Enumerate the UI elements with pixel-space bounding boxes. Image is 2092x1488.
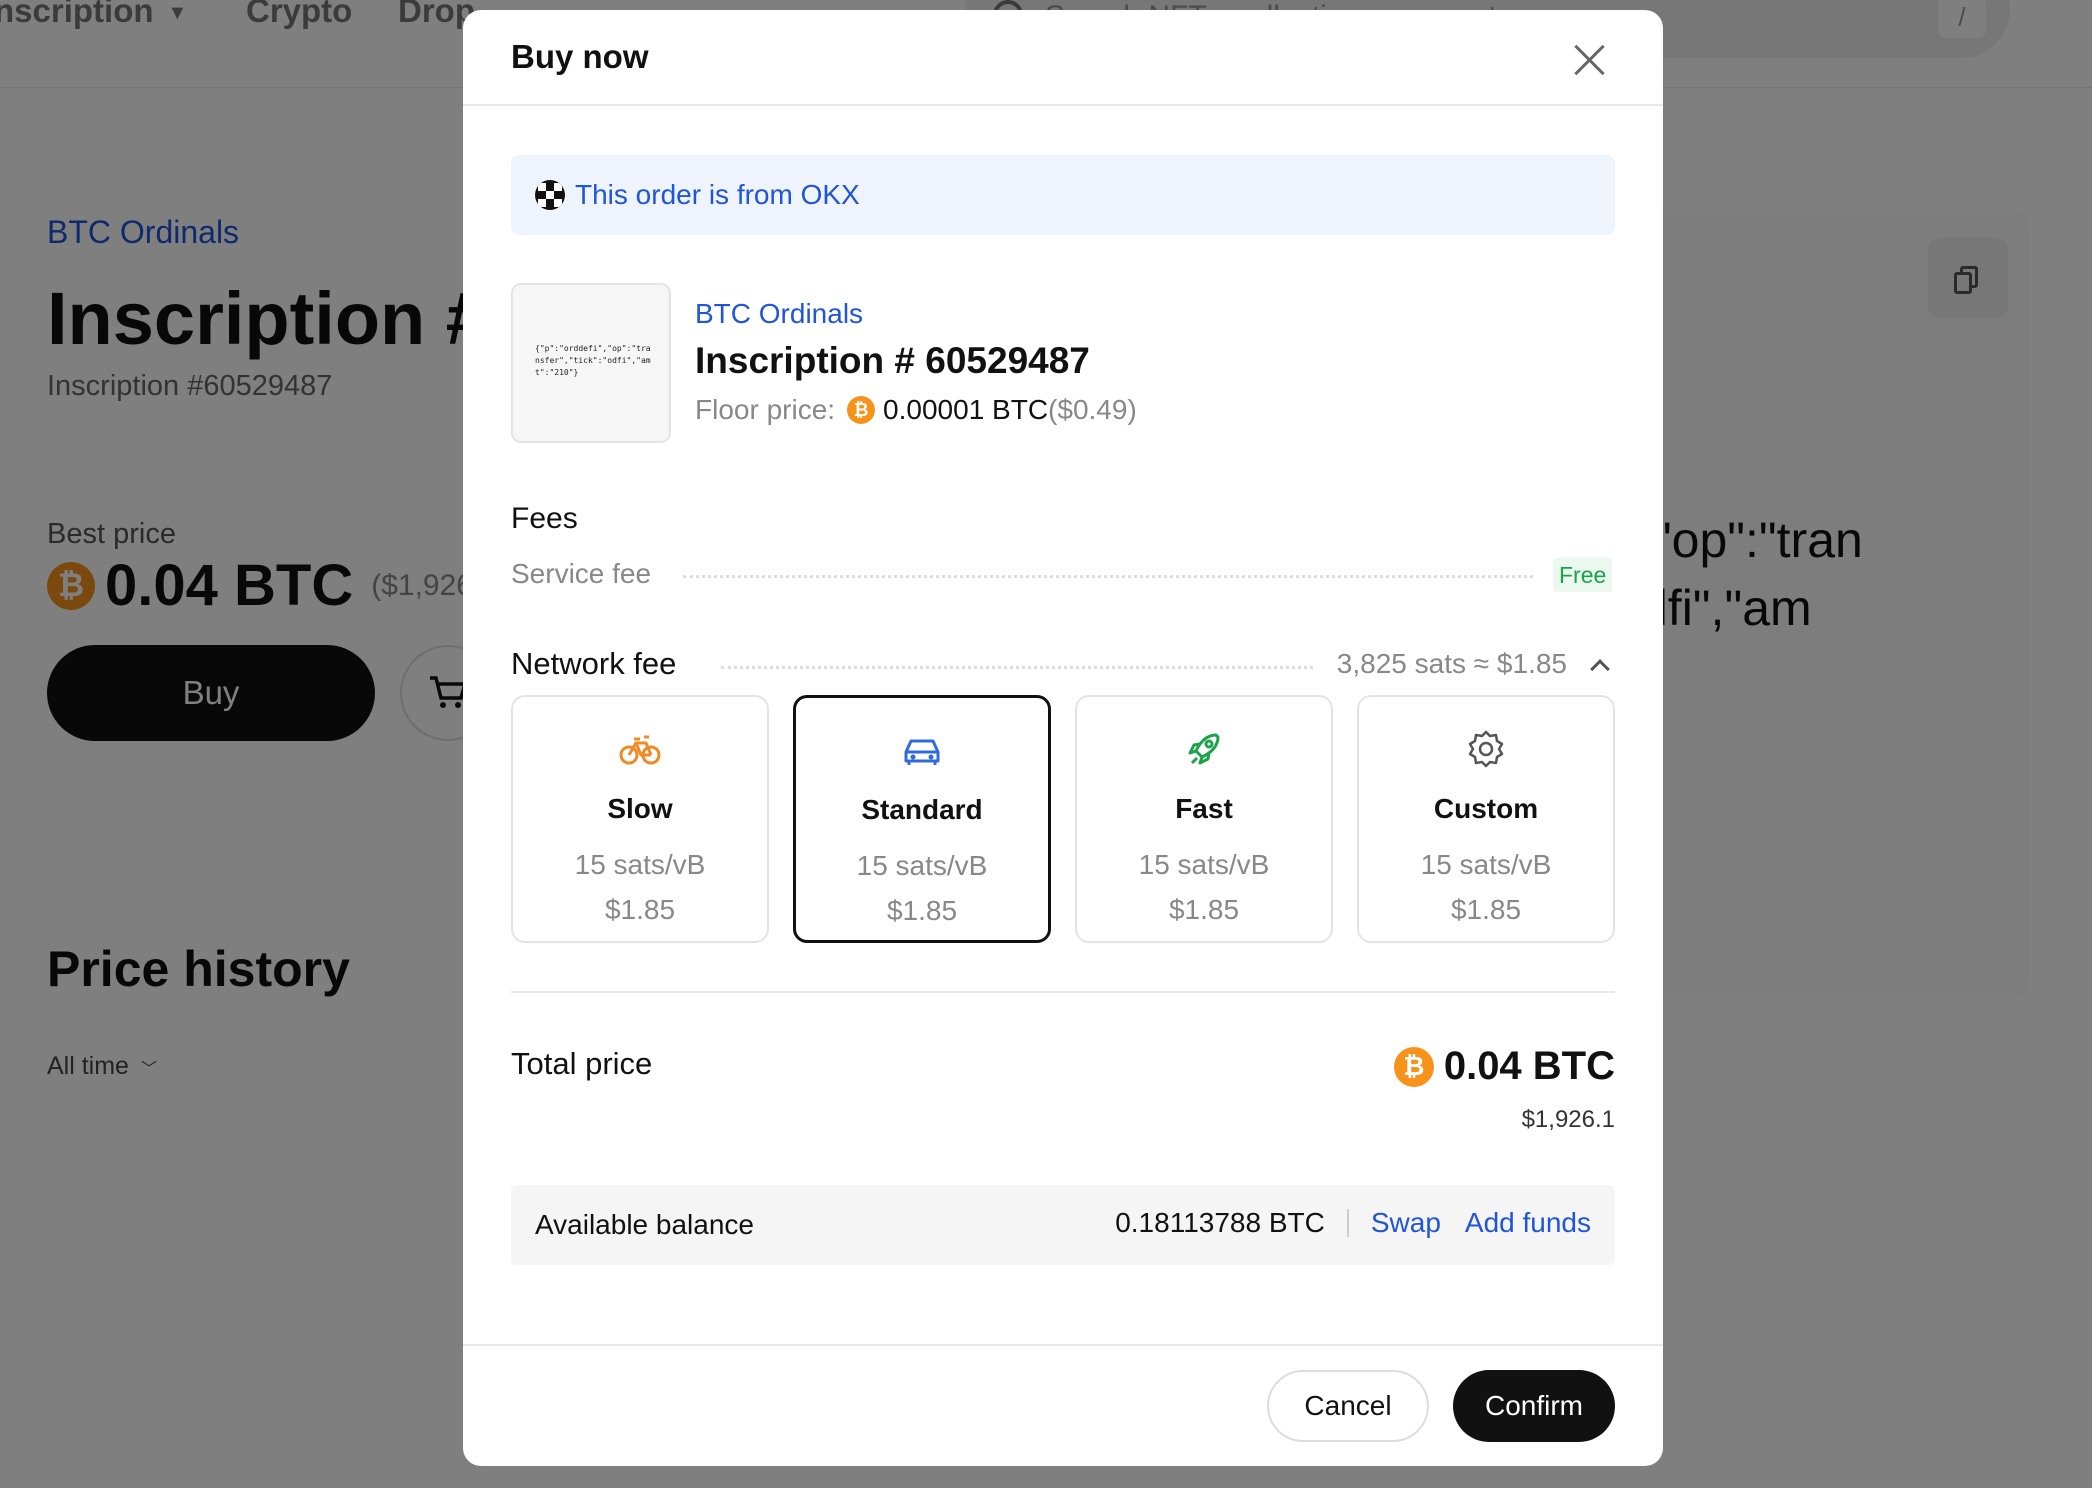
confirm-button[interactable]: Confirm bbox=[1453, 1370, 1615, 1442]
bicycle-icon bbox=[619, 735, 661, 765]
fee-option-usd: $1.85 bbox=[1168, 894, 1240, 925]
network-fee-label: Network fee bbox=[511, 646, 677, 681]
fee-option-name: Slow bbox=[607, 793, 673, 824]
available-balance-bar: Available balance 0.18113788 BTC Swap Ad… bbox=[511, 1185, 1615, 1265]
service-fee-badge: Free bbox=[1553, 558, 1613, 592]
fee-option-usd: $1.85 bbox=[886, 895, 958, 926]
network-fee-value: 3,825 sats ≈ $1.85 bbox=[1336, 648, 1567, 679]
add-funds-link[interactable]: Add funds bbox=[1465, 1207, 1591, 1239]
rocket-icon bbox=[1188, 733, 1220, 765]
order-source-notice: This order is from OKX bbox=[511, 155, 1615, 235]
fee-option-rate: 15 sats/vB bbox=[1138, 849, 1270, 880]
buy-now-modal: Buy now This order is from OKX {"p":"ord… bbox=[463, 10, 1663, 1466]
bitcoin-icon: ₿ bbox=[847, 396, 876, 424]
fee-option-rate: 15 sats/vB bbox=[856, 850, 988, 881]
floor-price-label: Floor price: bbox=[695, 394, 836, 425]
dotted-leader bbox=[721, 666, 1313, 669]
inscription-thumbnail: {"p":"orddefi","op":"transfer","tick":"o… bbox=[511, 283, 671, 443]
okx-logo-icon bbox=[535, 180, 565, 210]
service-fee-label: Service fee bbox=[511, 558, 652, 589]
floor-price: Floor price: ₿ 0.00001 BTC ($0.49) bbox=[695, 394, 1137, 426]
balance-value: 0.18113788 BTC bbox=[1115, 1207, 1325, 1238]
total-price-btc-value: 0.04 BTC bbox=[1443, 1044, 1615, 1088]
close-icon[interactable] bbox=[1567, 38, 1611, 82]
swap-link[interactable]: Swap bbox=[1371, 1207, 1441, 1239]
fee-option-name: Custom bbox=[1433, 793, 1539, 824]
modal-title: Buy now bbox=[511, 38, 649, 75]
fee-option-slow[interactable]: Slow 15 sats/vB $1.85 bbox=[511, 695, 769, 943]
balance-actions: 0.18113788 BTC Swap Add funds bbox=[1115, 1207, 1591, 1239]
fee-option-usd: $1.85 bbox=[604, 894, 676, 925]
item-collection-link[interactable]: BTC Ordinals bbox=[695, 298, 863, 330]
dotted-leader bbox=[683, 575, 1533, 578]
fee-option-rate: 15 sats/vB bbox=[574, 849, 706, 880]
balance-label: Available balance bbox=[535, 1209, 754, 1240]
separator bbox=[1346, 1209, 1349, 1237]
floor-price-btc: 0.00001 BTC bbox=[883, 394, 1049, 425]
fee-option-fast[interactable]: Fast 15 sats/vB $1.85 bbox=[1075, 695, 1333, 943]
fee-option-standard[interactable]: Standard 15 sats/vB $1.85 bbox=[793, 695, 1051, 943]
floor-price-usd: ($0.49) bbox=[1048, 394, 1137, 425]
divider bbox=[511, 991, 1615, 993]
fee-option-name: Fast bbox=[1175, 793, 1233, 824]
modal-footer-divider bbox=[463, 1344, 1663, 1346]
item-name: Inscription # 60529487 bbox=[695, 340, 1090, 381]
fee-option-rate: 15 sats/vB bbox=[1420, 849, 1552, 880]
total-price-btc: ₿ 0.04 BTC bbox=[1393, 1044, 1615, 1089]
total-price-label: Total price bbox=[511, 1046, 653, 1081]
fee-option-usd: $1.85 bbox=[1450, 894, 1522, 925]
fee-option-custom[interactable]: Custom 15 sats/vB $1.85 bbox=[1357, 695, 1615, 943]
gear-icon bbox=[1468, 730, 1504, 768]
bitcoin-icon: ₿ bbox=[1393, 1046, 1434, 1087]
order-source-text: This order is from OKX bbox=[575, 179, 860, 210]
cancel-button[interactable]: Cancel bbox=[1267, 1370, 1429, 1442]
fee-option-name: Standard bbox=[861, 794, 983, 825]
fees-title: Fees bbox=[511, 502, 578, 535]
total-price-usd: $1,926.1 bbox=[1521, 1106, 1615, 1133]
modal-header: Buy now bbox=[463, 10, 1663, 106]
car-icon bbox=[904, 739, 940, 765]
chevron-up-icon[interactable] bbox=[1590, 659, 1610, 679]
